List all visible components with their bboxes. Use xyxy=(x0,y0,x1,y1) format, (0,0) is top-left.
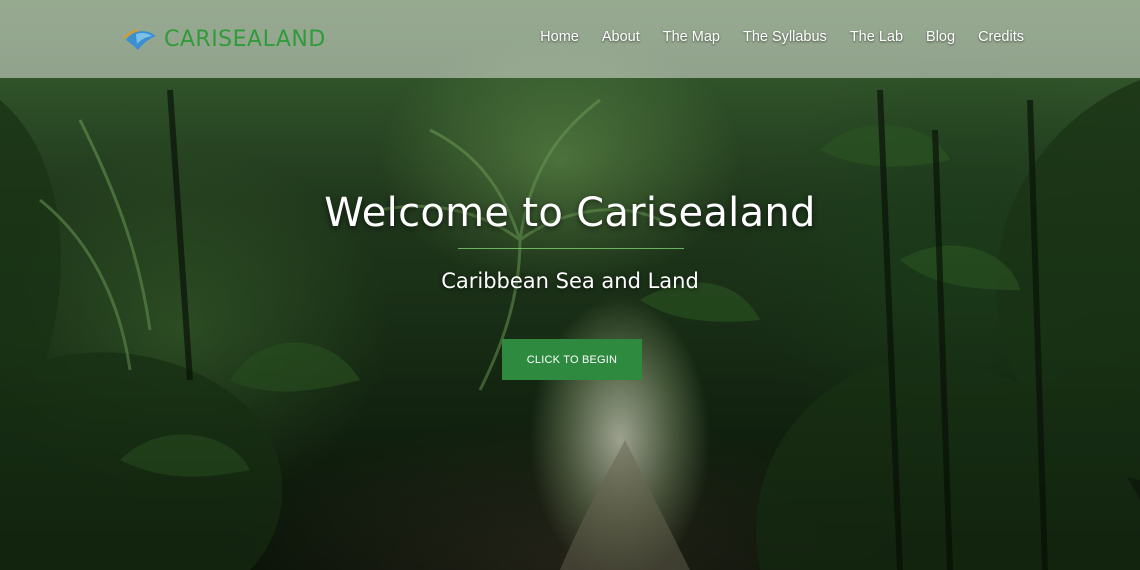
sea-turtle-logo-icon xyxy=(123,29,156,50)
nav-about[interactable]: About xyxy=(602,29,640,45)
hero-title: Welcome to Carisealand xyxy=(324,190,816,236)
hero-divider xyxy=(458,248,684,249)
nav-blog[interactable]: Blog xyxy=(926,29,955,45)
nav-home[interactable]: Home xyxy=(540,29,579,45)
logo-link[interactable]: CARISEALAND xyxy=(122,22,326,56)
click-to-begin-button[interactable]: CLICK TO BEGIN xyxy=(502,339,642,380)
nav-the-syllabus[interactable]: The Syllabus xyxy=(743,29,827,45)
nav-credits[interactable]: Credits xyxy=(978,29,1024,45)
logo-text: CARISEALAND xyxy=(164,26,326,52)
nav-the-map[interactable]: The Map xyxy=(663,29,720,45)
site-header: CARISEALAND Home About The Map The Sylla… xyxy=(0,0,1140,78)
main-nav: Home About The Map The Syllabus The Lab … xyxy=(517,29,1024,45)
nav-the-lab[interactable]: The Lab xyxy=(850,29,903,45)
hero-subtitle: Caribbean Sea and Land xyxy=(441,269,699,293)
